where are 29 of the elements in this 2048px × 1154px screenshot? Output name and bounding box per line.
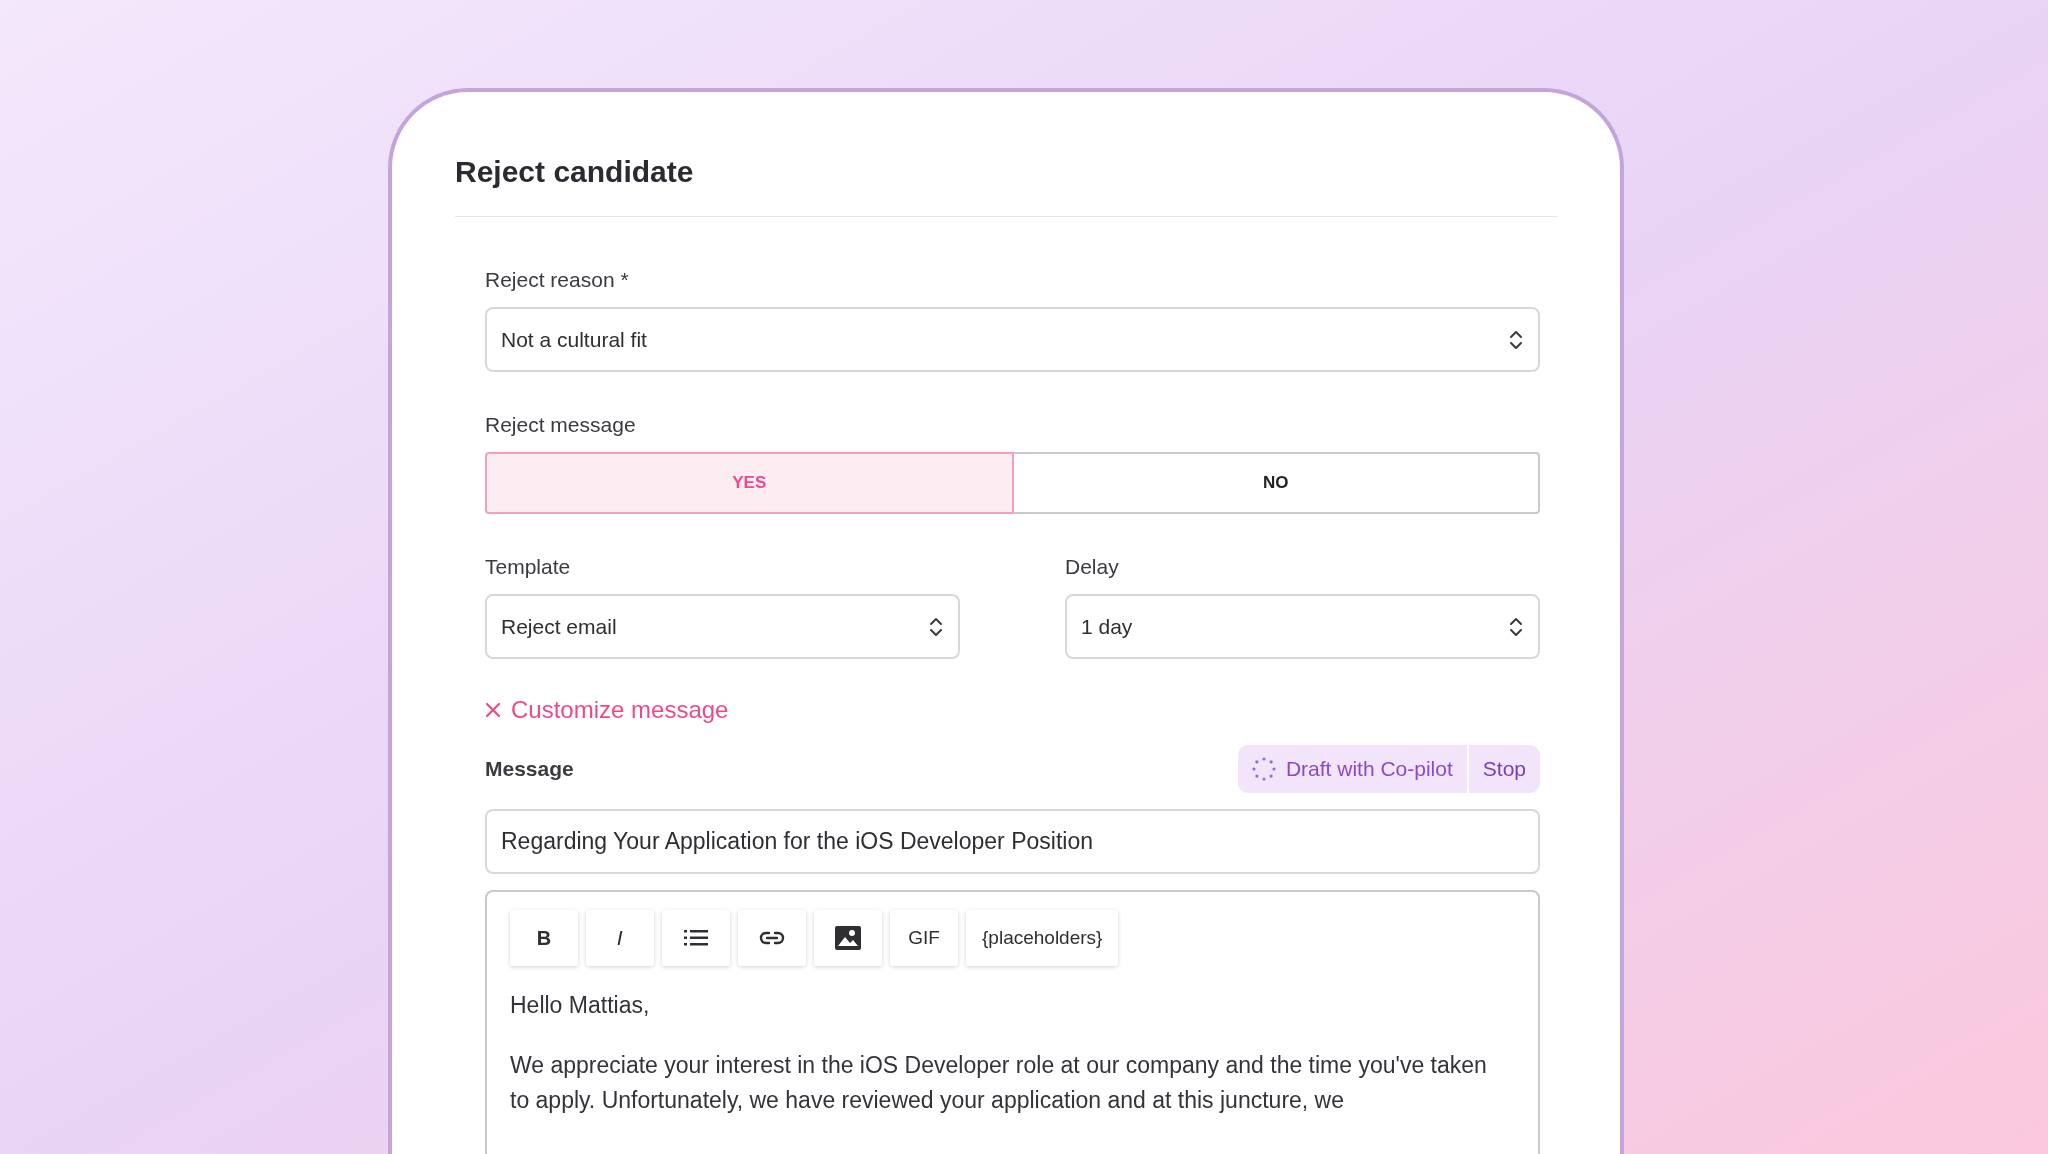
list-icon — [684, 929, 708, 947]
select-field[interactable]: 1 day — [1065, 594, 1540, 659]
field-label: Reject reason * — [485, 267, 630, 293]
message-paragraph: Hello Mattias, — [510, 991, 651, 1020]
bold-button[interactable]: B — [510, 910, 578, 966]
field-label: Template — [485, 554, 572, 580]
select-field[interactable]: Not a cultural fit — [485, 307, 1540, 372]
stop-button[interactable]: Stop — [1468, 745, 1540, 793]
field-label: Message — [485, 756, 574, 783]
close-icon — [485, 702, 501, 718]
link-button[interactable] — [738, 910, 806, 966]
draft-with-copilot-button[interactable]: Draft with Co-pilot — [1237, 745, 1469, 793]
image-button[interactable] — [814, 910, 882, 966]
select-field[interactable]: Reject email — [485, 594, 960, 659]
message-editor[interactable] — [485, 890, 1540, 1154]
subject-field[interactable]: Regarding Your Application for the iOS Developer Position — [485, 809, 1540, 874]
text-button[interactable]: GIF — [890, 910, 958, 966]
image-icon — [835, 926, 861, 950]
customize-message-link[interactable]: Customize message — [485, 695, 729, 725]
field-label: Reject message — [485, 412, 637, 438]
loading-spinner-icon — [1251, 757, 1276, 781]
message-paragraph: We appreciate your interest in the iOS Developer role at our company and the time you've taken to apply. Unfortunately, we have reviewed your application and at this juncture, we — [510, 1051, 1488, 1115]
field-label: Delay — [1065, 554, 1120, 580]
text-button[interactable]: {placeholders} — [966, 910, 1119, 966]
dialog-title: Reject candidate — [455, 154, 695, 190]
link-icon — [759, 930, 785, 946]
italic-button[interactable]: I — [586, 910, 654, 966]
list-button[interactable] — [662, 910, 730, 966]
toggle-option[interactable]: NO — [1011, 452, 1540, 514]
